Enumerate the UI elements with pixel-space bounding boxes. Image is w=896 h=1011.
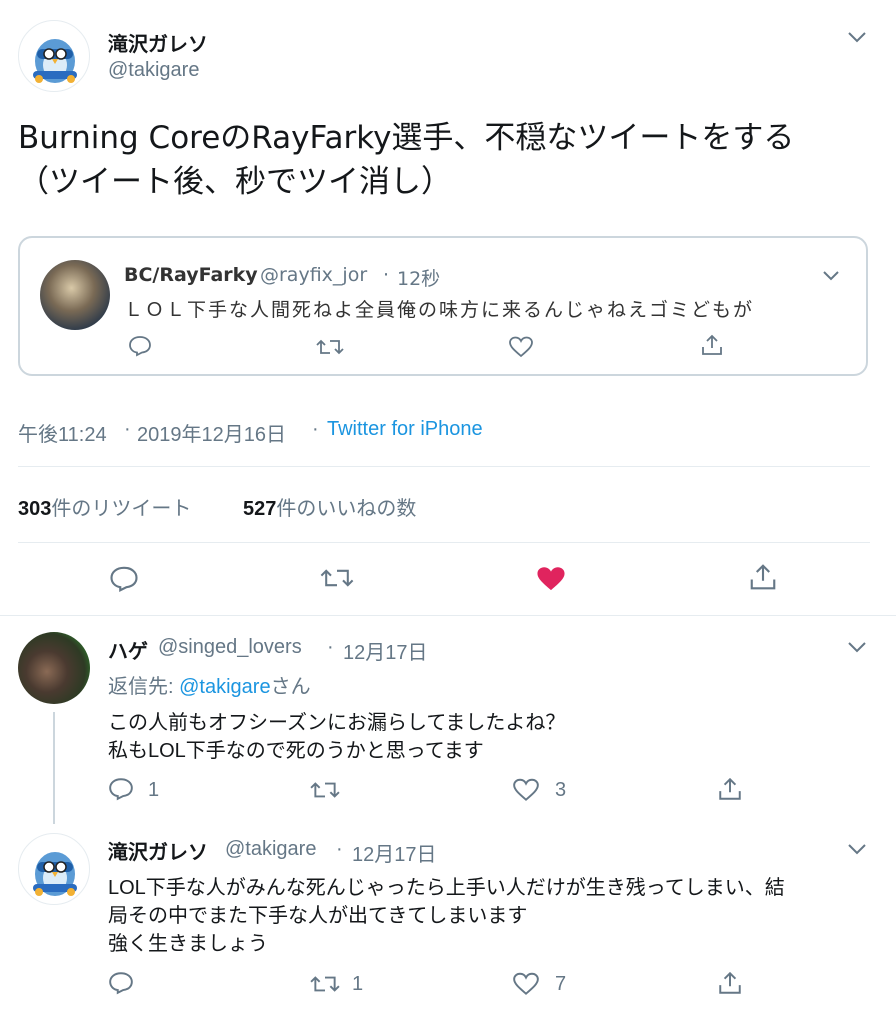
reply1-text-line-1: この人前もオフシーズンにお漏らしてましたよね？ bbox=[108, 712, 566, 734]
retweet-count: 303 bbox=[18, 498, 52, 520]
reply1-reply-count: 1 bbox=[148, 779, 160, 801]
share-icon[interactable] bbox=[700, 333, 724, 357]
display-name[interactable]: 滝沢ガレソ bbox=[108, 28, 208, 57]
bird-avatar-image bbox=[33, 852, 77, 896]
retweet-icon[interactable] bbox=[320, 566, 354, 590]
reply-to-suffix: さん bbox=[270, 676, 311, 698]
reply1-like-count: 3 bbox=[555, 779, 567, 801]
avatar[interactable] bbox=[18, 20, 90, 92]
reply1-avatar[interactable] bbox=[18, 632, 90, 704]
reply2-avatar[interactable] bbox=[18, 833, 90, 905]
thread-line bbox=[53, 712, 55, 824]
like-stat[interactable]: 527件のいいねの数 bbox=[243, 492, 416, 521]
chevron-down-icon[interactable] bbox=[846, 640, 868, 654]
tweet-text-line-1: Burning CoreのRayFarky選手、不穏なツイートをする bbox=[18, 120, 795, 156]
reply-icon[interactable] bbox=[128, 335, 152, 357]
retweet-icon[interactable] bbox=[310, 779, 340, 801]
chevron-down-icon[interactable] bbox=[822, 270, 840, 282]
reply1-date[interactable]: 12月17日 bbox=[343, 636, 428, 665]
reply1-display-name[interactable]: ハゲ bbox=[108, 635, 148, 664]
reply-icon[interactable] bbox=[109, 565, 139, 593]
reply2-like-count: 7 bbox=[555, 973, 567, 995]
section-divider bbox=[0, 615, 896, 616]
retweet-icon[interactable] bbox=[310, 973, 340, 995]
divider bbox=[18, 466, 870, 467]
reply2-display-name[interactable]: 滝沢ガレソ bbox=[108, 836, 208, 865]
retweet-label: 件のリツイート bbox=[51, 498, 192, 520]
quoted-handle[interactable]: @rayfix_jor bbox=[260, 264, 367, 286]
reply1-sep: · bbox=[327, 636, 334, 658]
reply2-text-line-3: 強く生きましょう bbox=[108, 933, 268, 955]
chevron-down-icon[interactable] bbox=[846, 842, 868, 856]
tweet-source-link[interactable]: Twitter for iPhone bbox=[327, 418, 483, 441]
reply2-text-line-1: LOL下手な人がみんな死んじゃったら上手い人だけが生き残ってしまい、結 bbox=[108, 877, 785, 899]
quoted-text: ＬＯＬ下手な人間死ねよ全員俺の味方に来るんじゃねえゴミどもが bbox=[124, 299, 755, 321]
reply2-text-line-2: 局その中でまた下手な人が出てきてしまいます bbox=[108, 905, 528, 927]
like-icon[interactable] bbox=[512, 778, 540, 802]
reply-icon[interactable] bbox=[108, 971, 134, 995]
reply2-sep: · bbox=[336, 838, 343, 860]
like-icon[interactable] bbox=[508, 336, 534, 358]
meta-sep: · bbox=[124, 418, 131, 440]
tweet-date[interactable]: 2019年12月16日 bbox=[137, 418, 286, 447]
reply1-handle[interactable]: @singed_lovers bbox=[158, 636, 302, 659]
reply-icon[interactable] bbox=[108, 777, 134, 801]
tweet-text-line-2: （ツイート後、秒でツイ消し） bbox=[18, 164, 452, 200]
quoted-tweet[interactable]: BC/RayFarky @rayfix_jor · 12秒 ＬＯＬ下手な人間死ね… bbox=[18, 236, 868, 376]
reply1-reply-to: 返信先: @takigareさん bbox=[108, 670, 311, 699]
tweet-time[interactable]: 午後11:24 bbox=[18, 418, 107, 447]
quoted-avatar[interactable] bbox=[40, 260, 110, 330]
like-label: 件のいいねの数 bbox=[276, 498, 417, 520]
meta-sep: · bbox=[312, 418, 319, 440]
reply1-text-line-2: 私もLOL下手なので死のうかと思ってます bbox=[108, 740, 484, 762]
divider bbox=[18, 542, 870, 543]
like-count: 527 bbox=[243, 498, 277, 520]
share-icon[interactable] bbox=[748, 562, 778, 592]
reply2-date[interactable]: 12月17日 bbox=[352, 838, 437, 867]
bird-avatar-image bbox=[33, 39, 77, 83]
reply-to-prefix: 返信先: bbox=[108, 676, 180, 698]
retweet-stat[interactable]: 303件のリツイート bbox=[18, 492, 191, 521]
like-icon[interactable] bbox=[512, 972, 540, 996]
share-icon[interactable] bbox=[717, 970, 743, 996]
reply2-retweet-count: 1 bbox=[352, 973, 364, 995]
share-icon[interactable] bbox=[717, 776, 743, 802]
like-icon-active[interactable] bbox=[535, 565, 567, 593]
handle[interactable]: @takigare bbox=[108, 59, 199, 82]
quoted-time[interactable]: 12秒 bbox=[397, 264, 440, 291]
quoted-display-name[interactable]: BC/RayFarky bbox=[124, 264, 258, 286]
reply-to-handle-link[interactable]: @takigare bbox=[179, 676, 270, 698]
retweet-icon[interactable] bbox=[316, 337, 344, 357]
chevron-down-icon[interactable] bbox=[846, 30, 868, 44]
reply2-handle[interactable]: @takigare bbox=[225, 838, 316, 861]
quoted-sep: · bbox=[383, 264, 390, 286]
